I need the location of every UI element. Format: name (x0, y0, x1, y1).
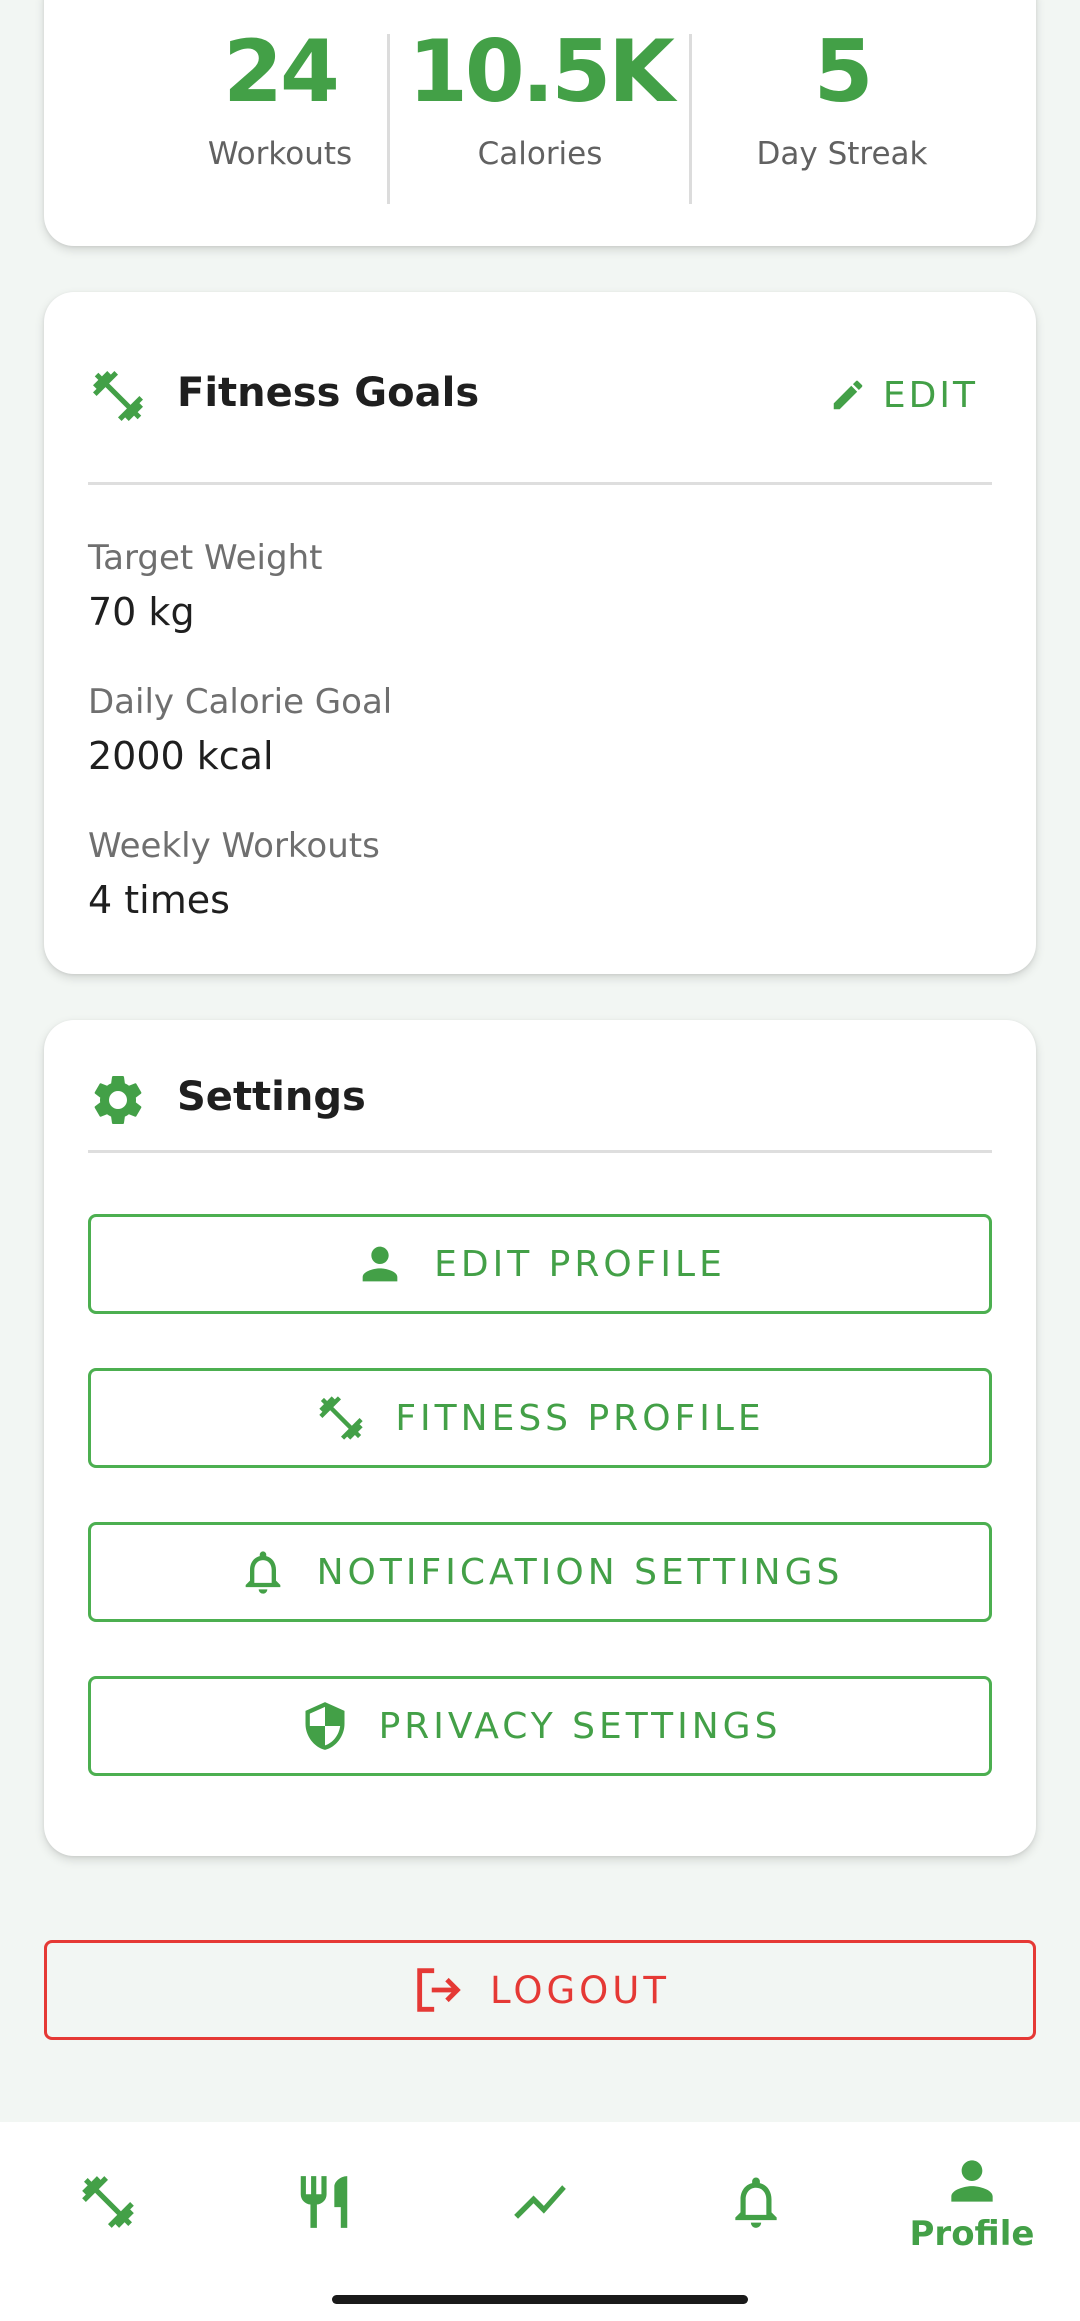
nav-label: Profile (909, 2214, 1035, 2254)
stat-value: 10.5K (408, 22, 675, 122)
button-label: NOTIFICATION SETTINGS (316, 1551, 844, 1593)
bell-icon (735, 2177, 777, 2228)
goal-label: Daily Calorie Goal (88, 682, 393, 722)
nav-item-notifications[interactable] (648, 2122, 864, 2282)
goal-value: 2000 kcal (88, 734, 274, 778)
restaurant-icon (300, 2176, 348, 2228)
stat-value: 24 (223, 22, 340, 122)
person-icon (362, 1246, 398, 1282)
goal-value: 4 times (88, 878, 230, 922)
stat-day-streak: 5 Day Streak (692, 0, 992, 246)
stats-card: 24 Workouts 10.5K Calories 5 Day Streak (44, 0, 1036, 246)
nav-item-progress[interactable] (432, 2122, 648, 2282)
button-label: PRIVACY SETTINGS (378, 1705, 782, 1747)
button-label: EDIT PROFILE (434, 1243, 726, 1285)
stat-workouts: 24 Workouts (130, 0, 430, 246)
nav-item-workouts[interactable] (0, 2122, 216, 2282)
logout-label: LOGOUT (490, 1968, 670, 2012)
privacy-settings-button[interactable]: PRIVACY SETTINGS (88, 1676, 992, 1776)
settings-card: Settings EDIT PROFILE FITNESS PROFILE NO… (44, 1020, 1036, 1856)
profile-screen: 24 Workouts 10.5K Calories 5 Day Streak … (0, 0, 1080, 2321)
notification-settings-button[interactable]: NOTIFICATION SETTINGS (88, 1522, 992, 1622)
person-icon (951, 2160, 993, 2202)
stat-label: Day Streak (756, 136, 928, 172)
button-label: FITNESS PROFILE (395, 1397, 765, 1439)
edit-profile-button[interactable]: EDIT PROFILE (88, 1214, 992, 1314)
stat-label: Workouts (207, 136, 353, 172)
trending-icon (514, 2185, 566, 2219)
nav-item-profile[interactable]: Profile (864, 2122, 1080, 2282)
stat-label: Calories (477, 136, 603, 172)
card-title: Settings (177, 1074, 366, 1120)
bottom-navigation: Profile (0, 2122, 1080, 2321)
gear-icon (94, 1075, 142, 1124)
nav-item-nutrition[interactable] (216, 2122, 432, 2282)
logout-icon (417, 1968, 461, 2012)
pencil-icon (833, 380, 863, 410)
fitness-profile-button[interactable]: FITNESS PROFILE (88, 1368, 992, 1468)
dumbbell-icon (319, 1396, 363, 1440)
card-title: Fitness Goals (177, 370, 480, 416)
goal-value: 70 kg (88, 590, 195, 634)
edit-label: EDIT (882, 374, 978, 416)
shield-icon (305, 1702, 345, 1750)
fitness-goals-card: Fitness Goals EDIT Target Weight 70 kg D… (44, 292, 1036, 974)
edit-goals-button[interactable]: EDIT (829, 370, 978, 420)
home-indicator (332, 2295, 748, 2304)
dumbbell-icon (93, 371, 143, 421)
divider (88, 482, 992, 485)
dumbbell-icon (82, 2176, 134, 2228)
goal-label: Weekly Workouts (88, 826, 380, 866)
stat-value: 5 (813, 22, 874, 122)
goal-label: Target Weight (88, 538, 323, 578)
stat-calories: 10.5K Calories (390, 0, 690, 246)
logout-button[interactable]: LOGOUT (44, 1940, 1036, 2040)
divider (88, 1150, 992, 1153)
bell-icon (245, 1551, 280, 1594)
